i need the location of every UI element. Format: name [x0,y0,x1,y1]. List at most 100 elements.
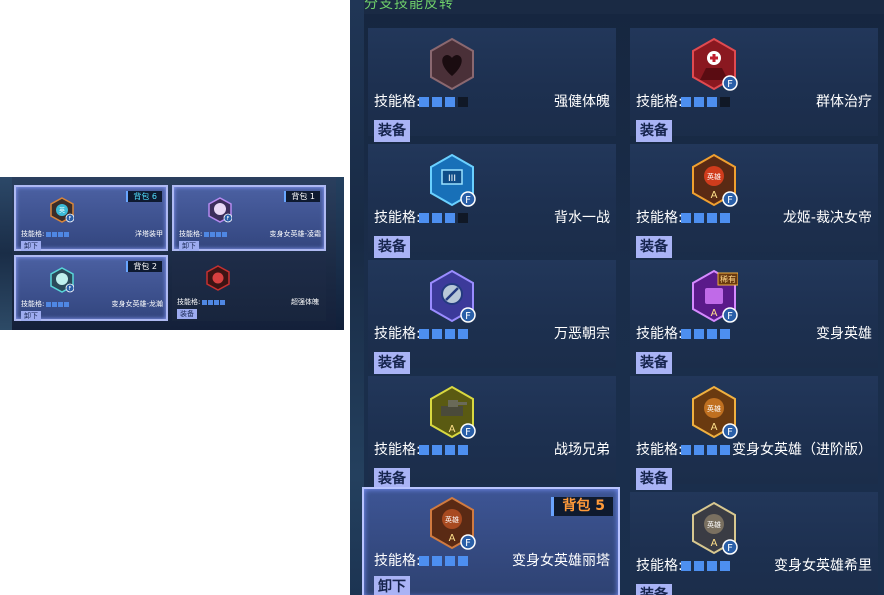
svg-text:F: F [465,427,471,438]
unequip-button[interactable]: 卸下 [21,311,41,321]
svg-text:A: A [711,422,718,433]
slot-indicators [419,556,471,566]
svg-text:F: F [465,538,471,549]
svg-text:英雄: 英雄 [445,515,459,524]
skill-slot-row: 技能格: 背水一战 [374,210,610,226]
svg-text:F: F [727,195,733,206]
unequip-button[interactable]: 卸下 [179,241,199,251]
slot-indicators [419,213,471,223]
slot-indicators [681,213,733,223]
hint-banner: 分支技能反转 [350,0,884,14]
slot-indicators [46,228,70,240]
skill-name: 变身女英雄丽塔 [512,553,610,569]
svg-text:F: F [465,195,471,206]
skill-name: 战场兄弟 [554,442,610,458]
skill-slot-row: 技能格: 龙姬-裁决女帝 [636,210,872,226]
blue-shield-icon: III F [430,153,476,207]
backpack-tag: 背包 1 [284,191,320,202]
skill-name: 洋塔装甲 [135,230,163,238]
svg-text:英雄: 英雄 [707,404,721,413]
skill-slot-row: 技能格: 战场兄弟 [374,442,610,458]
svg-text:F: F [227,216,230,222]
skill-card[interactable]: F 技能格: 群体治疗 装备 [630,28,878,142]
hero-bronze-icon: 英雄 A F [430,496,476,550]
svg-text:F: F [727,79,733,90]
equip-button[interactable]: 装备 [374,352,410,374]
svg-text:A: A [711,190,718,201]
svg-text:英: 英 [59,207,65,215]
equip-button[interactable]: 装备 [636,352,672,374]
dark-heart-icon [430,37,474,91]
skill-card[interactable]: III F 技能格: 背水一战 装备 [368,144,616,258]
skill-card[interactable]: 英雄 A F 技能格: 变身女英雄（进阶版） 装备 [630,376,878,490]
compass-icon: F [430,269,476,323]
equip-button[interactable]: 装备 [374,120,410,142]
skill-card[interactable]: 英雄 A F 技能格: 龙姬-裁决女帝 装备 [630,144,878,258]
svg-text:A: A [711,308,718,319]
hero-skill-icon: F [208,197,232,223]
armor-skill-icon: 英 F [50,197,74,223]
svg-text:F: F [69,216,72,222]
slot-indicators [681,329,733,339]
svg-text:III: III [448,174,456,184]
red-heal-icon: F [692,37,738,91]
skill-name: 变身女英雄希里 [774,558,872,574]
skill-card[interactable]: 稀有 A F 技能格: 变身英雄 装备 [630,260,878,374]
equip-button[interactable]: 装备 [636,584,672,595]
skill-name: 强健体魄 [554,94,610,110]
equip-button[interactable]: 装备 [177,309,197,319]
mini-skill-card[interactable]: 技能格: 超强体魄 装备 [172,255,326,321]
skill-name: 群体治疗 [816,94,872,110]
tank-icon: A F [430,385,476,439]
purple-hero-icon: 稀有 A F [692,269,738,323]
slot-indicators [681,97,733,107]
equip-button[interactable]: 装备 [636,120,672,142]
svg-text:英雄: 英雄 [707,172,721,181]
slot-indicators [419,445,471,455]
skill-slot-row: 技能格: 变身女英雄-凌霜 [179,228,321,240]
skill-name: 变身女英雄（进阶版） [732,442,872,458]
unequip-button[interactable]: 卸下 [374,576,410,595]
skill-name: 万恶朝宗 [554,326,610,342]
slot-indicators [681,561,733,571]
unequip-button[interactable]: 卸下 [21,241,41,251]
skill-name: 背水一战 [554,210,610,226]
skill-inventory-panel: 分支技能反转 技能格: 强健体魄 装备 F 技能格: 群体治疗 装备 III F… [350,0,884,595]
skill-name: 变身女英雄-凌霜 [269,230,321,238]
muscle-skill-icon [206,265,230,291]
skill-slot-row: 技能格: 洋塔装甲 [21,228,163,240]
mini-skill-card[interactable]: 背包 1 F 技能格: 变身女英雄-凌霜 卸下 [172,185,326,251]
skill-slot-row: 技能格: 群体治疗 [636,94,872,110]
skill-card-equipped[interactable]: 背包 5 英雄 A F 技能格: 变身女英雄丽塔 卸下 [362,487,620,595]
slot-indicators [419,97,471,107]
slot-indicators [419,329,471,339]
svg-text:F: F [69,286,72,292]
skill-card[interactable]: 技能格: 强健体魄 装备 [368,28,616,142]
hero-gold-icon: 英雄 A F [692,385,738,439]
svg-text:A: A [449,533,456,544]
slot-indicators [204,228,228,240]
skill-card[interactable]: F 技能格: 万恶朝宗 装备 [368,260,616,374]
svg-text:F: F [727,427,733,438]
mini-skill-card[interactable]: 背包 2 F 技能格: 变身女英雄-龙瀚 卸下 [14,255,168,321]
backpack-tag: 背包 5 [551,497,613,516]
skill-slot-row: 技能格: 变身女英雄（进阶版） [636,442,872,458]
svg-text:F: F [727,543,733,554]
equip-button[interactable]: 装备 [636,468,672,490]
mini-skill-card[interactable]: 背包 6 英 F 技能格: 洋塔装甲 卸下 [14,185,168,251]
skill-card[interactable]: 英雄 A F 技能格: 变身女英雄希里 装备 [630,492,878,595]
hero-skill-icon: F [50,267,74,293]
svg-text:F: F [465,311,471,322]
svg-text:A: A [449,424,456,435]
skill-card[interactable]: A F 技能格: 战场兄弟 装备 [368,376,616,490]
hero-portrait-icon: 英雄 A F [692,153,738,207]
equip-button[interactable]: 装备 [636,236,672,258]
svg-text:F: F [727,311,733,322]
skill-name: 龙姬-裁决女帝 [782,210,872,226]
skill-slot-row: 技能格: 变身英雄 [636,326,872,342]
skill-slot-row: 技能格: 万恶朝宗 [374,326,610,342]
backpack-tag: 背包 6 [126,191,162,202]
backpack-tag: 背包 2 [126,261,162,272]
equip-button[interactable]: 装备 [374,236,410,258]
rare-ribbon: 稀有 [720,274,736,284]
